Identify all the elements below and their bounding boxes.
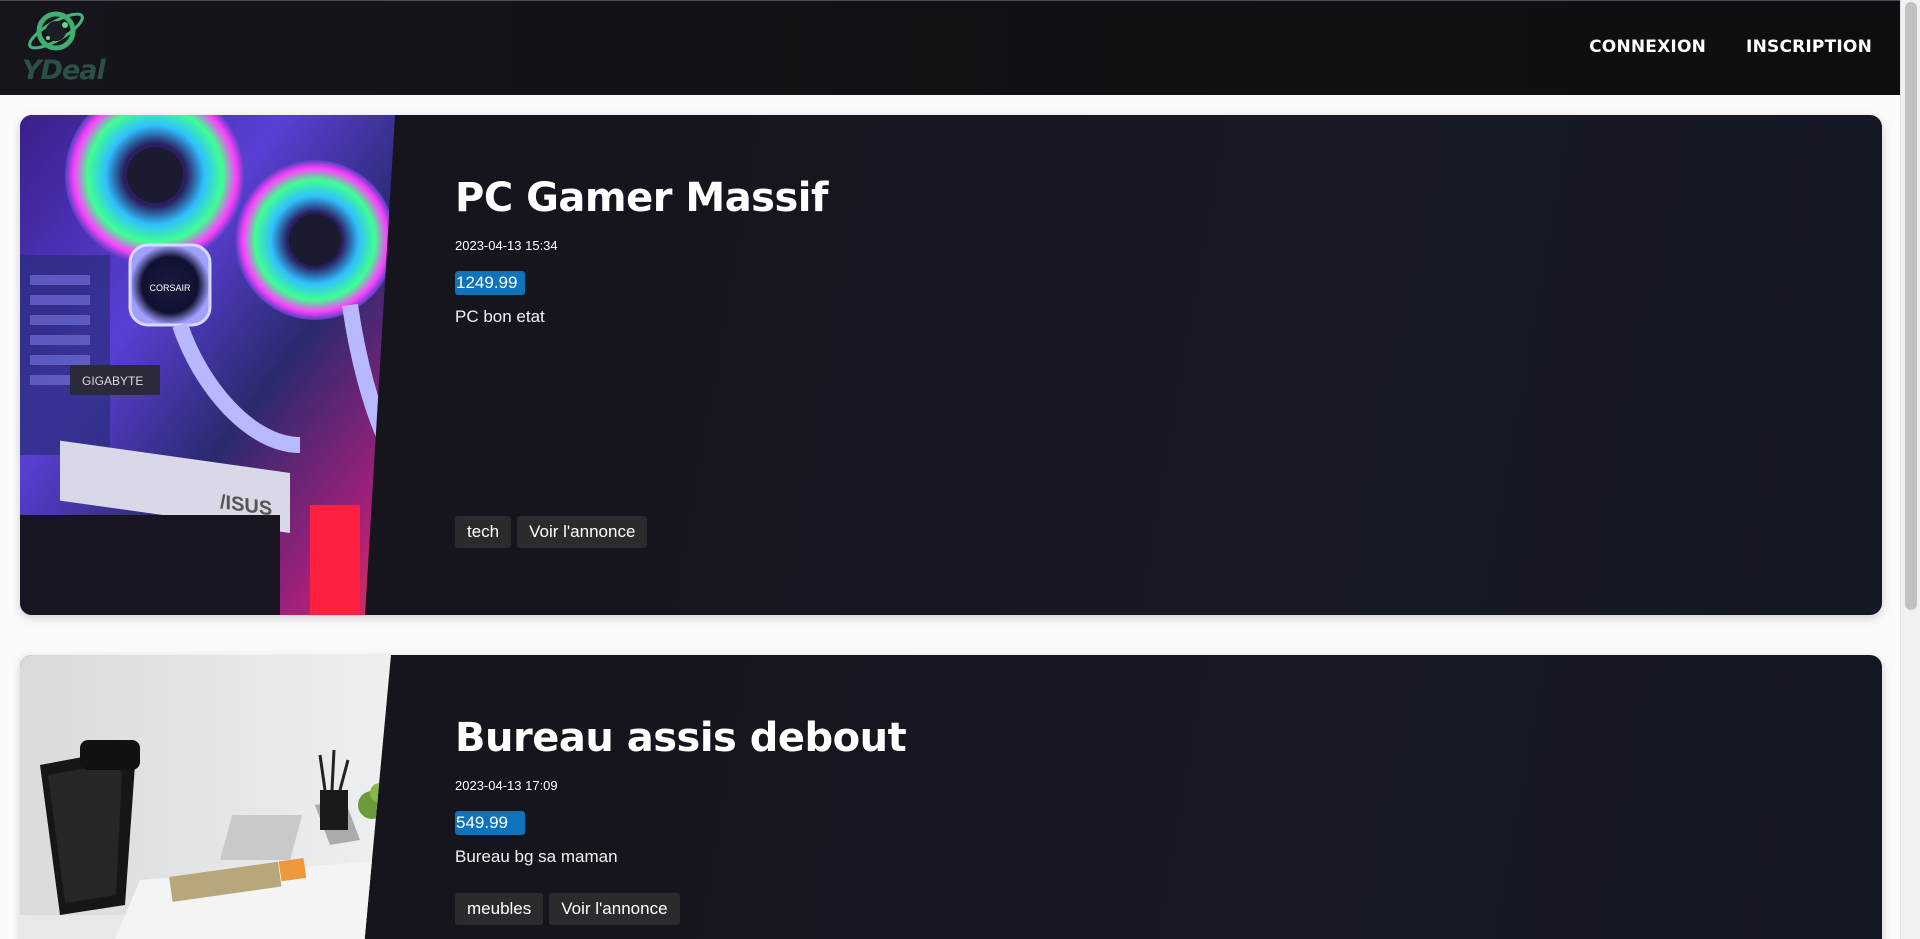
price-badge: 1249.99 [455,271,525,295]
svg-text:GIGABYTE: GIGABYTE [82,374,143,388]
listing-description: Bureau bg sa maman [455,847,618,866]
listing-image-pc: CORSAIR /ISUS GIGABYTE [20,115,395,615]
office-desk-image [20,655,391,939]
listing-title[interactable]: Bureau assis debout [455,715,907,761]
listing-body: PC Gamer Massif 2023-04-13 15:34 1249.99… [455,115,1842,615]
login-link[interactable]: CONNEXION [1589,37,1706,57]
vertical-scrollbar[interactable] [1900,0,1920,939]
category-tag[interactable]: tech [455,516,512,548]
page-viewport: YDeal CONNEXION INSCRIPTION CORSAIR /ISU… [0,0,1900,939]
scrollbar-thumb[interactable] [1905,2,1917,610]
view-listing-button[interactable]: Voir l'annonce [517,516,648,548]
listing-image-desk [20,655,391,939]
price-badge: 549.99 [455,811,525,835]
listing-body: Bureau assis debout 2023-04-13 17:09 549… [455,655,1842,939]
svg-text:CORSAIR: CORSAIR [149,283,191,293]
listing-date: 2023-04-13 17:09 [455,778,558,793]
listing-card: CORSAIR /ISUS GIGABYTE PC Gamer Massif 2… [20,115,1882,615]
listing-date: 2023-04-13 15:34 [455,238,558,253]
logo-text: YDeal [22,55,106,86]
listing-title[interactable]: PC Gamer Massif [455,175,828,221]
listing-actions: tech Voir l'annonce [455,516,648,548]
listing-card: Bureau assis debout 2023-04-13 17:09 549… [20,655,1882,939]
gaming-pc-image: CORSAIR /ISUS GIGABYTE [20,115,395,615]
register-link[interactable]: INSCRIPTION [1746,37,1872,57]
category-tag[interactable]: meubles [455,893,544,925]
top-navbar: YDeal CONNEXION INSCRIPTION [0,0,1900,95]
view-listing-button[interactable]: Voir l'annonce [549,893,680,925]
listing-actions: meubles Voir l'annonce [455,893,680,925]
nav-links: CONNEXION INSCRIPTION [1589,37,1872,57]
logo[interactable]: YDeal [20,5,106,89]
listing-description: PC bon etat [455,307,545,326]
